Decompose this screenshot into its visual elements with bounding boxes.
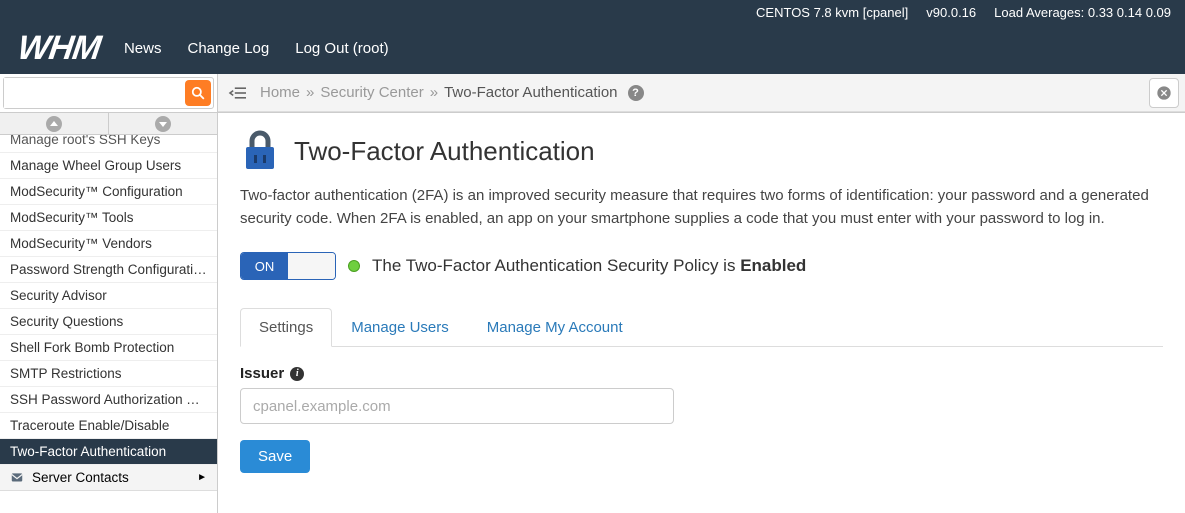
- cancel-icon: [1156, 85, 1172, 101]
- chevron-down-icon: [155, 116, 171, 132]
- logo-text: WHM: [15, 29, 102, 68]
- cancel-button[interactable]: [1149, 78, 1179, 108]
- save-button[interactable]: Save: [240, 440, 310, 473]
- sidebar-category[interactable]: Server Contacts ►: [0, 465, 217, 491]
- search-icon: [191, 86, 205, 100]
- sidebar-item[interactable]: Shell Fork Bomb Protection: [0, 335, 217, 361]
- issuer-label: Issuer: [240, 365, 284, 382]
- tab-settings[interactable]: Settings: [240, 308, 332, 347]
- sidebar-item[interactable]: Traceroute Enable/Disable: [0, 413, 217, 439]
- search-input[interactable]: [4, 78, 183, 108]
- page-description: Two-factor authentication (2FA) is an im…: [240, 185, 1163, 230]
- breadcrumb-current: Two-Factor Authentication: [444, 84, 617, 101]
- sidebar-item[interactable]: ModSecurity™ Configuration: [0, 179, 217, 205]
- nav-news[interactable]: News: [124, 40, 162, 57]
- chevron-right-icon: ►: [197, 472, 207, 483]
- issuer-input[interactable]: [240, 388, 674, 424]
- sidebar-collapse-down[interactable]: [109, 113, 217, 134]
- status-prefix: The Two-Factor Authentication Security P…: [372, 256, 740, 275]
- sidebar-item[interactable]: ModSecurity™ Vendors: [0, 231, 217, 257]
- sidebar-category-label: Server Contacts: [32, 470, 129, 485]
- status-indicator-icon: [348, 260, 360, 272]
- nav-changelog[interactable]: Change Log: [187, 40, 269, 57]
- enable-toggle[interactable]: ON: [240, 252, 336, 280]
- lock-icon: [240, 129, 280, 173]
- sidebar-item-active[interactable]: Two-Factor Authentication: [0, 439, 217, 465]
- help-icon[interactable]: ?: [628, 85, 644, 101]
- version-info: v90.0.16: [926, 5, 976, 20]
- chevron-up-icon: [46, 116, 62, 132]
- breadcrumb-sep: »: [306, 84, 314, 101]
- load-averages: Load Averages: 0.33 0.14 0.09: [994, 5, 1171, 20]
- sidebar-item[interactable]: ModSecurity™ Tools: [0, 205, 217, 231]
- sidebar-item[interactable]: Password Strength Configuration: [0, 257, 217, 283]
- breadcrumb-sep: »: [430, 84, 438, 101]
- logo[interactable]: WHM: [18, 29, 100, 68]
- contacts-icon: [10, 471, 24, 485]
- breadcrumb-home[interactable]: Home: [260, 84, 300, 101]
- sidebar-item[interactable]: SMTP Restrictions: [0, 361, 217, 387]
- tab-manage-users[interactable]: Manage Users: [332, 308, 468, 347]
- sidebar-collapse-up[interactable]: [0, 113, 109, 134]
- status-text: The Two-Factor Authentication Security P…: [372, 256, 806, 276]
- breadcrumb-section[interactable]: Security Center: [320, 84, 423, 101]
- page-title: Two-Factor Authentication: [294, 136, 595, 167]
- sidebar-item[interactable]: Manage root's SSH Keys: [0, 135, 217, 153]
- breadcrumb: Home » Security Center » Two-Factor Auth…: [260, 84, 644, 101]
- collapse-menu-icon[interactable]: [228, 85, 248, 101]
- sidebar-item[interactable]: Security Advisor: [0, 283, 217, 309]
- sidebar-item[interactable]: Manage Wheel Group Users: [0, 153, 217, 179]
- tab-manage-account[interactable]: Manage My Account: [468, 308, 642, 347]
- toggle-off-space: [288, 253, 335, 279]
- nav-logout[interactable]: Log Out (root): [295, 40, 388, 57]
- sidebar-item[interactable]: SSH Password Authorization Tweak: [0, 387, 217, 413]
- info-icon[interactable]: i: [290, 367, 304, 381]
- sidebar-item[interactable]: Security Questions: [0, 309, 217, 335]
- search-button[interactable]: [185, 80, 211, 106]
- toggle-on-label: ON: [241, 253, 288, 279]
- status-state: Enabled: [740, 256, 806, 275]
- os-info: CENTOS 7.8 kvm [cpanel]: [756, 5, 908, 20]
